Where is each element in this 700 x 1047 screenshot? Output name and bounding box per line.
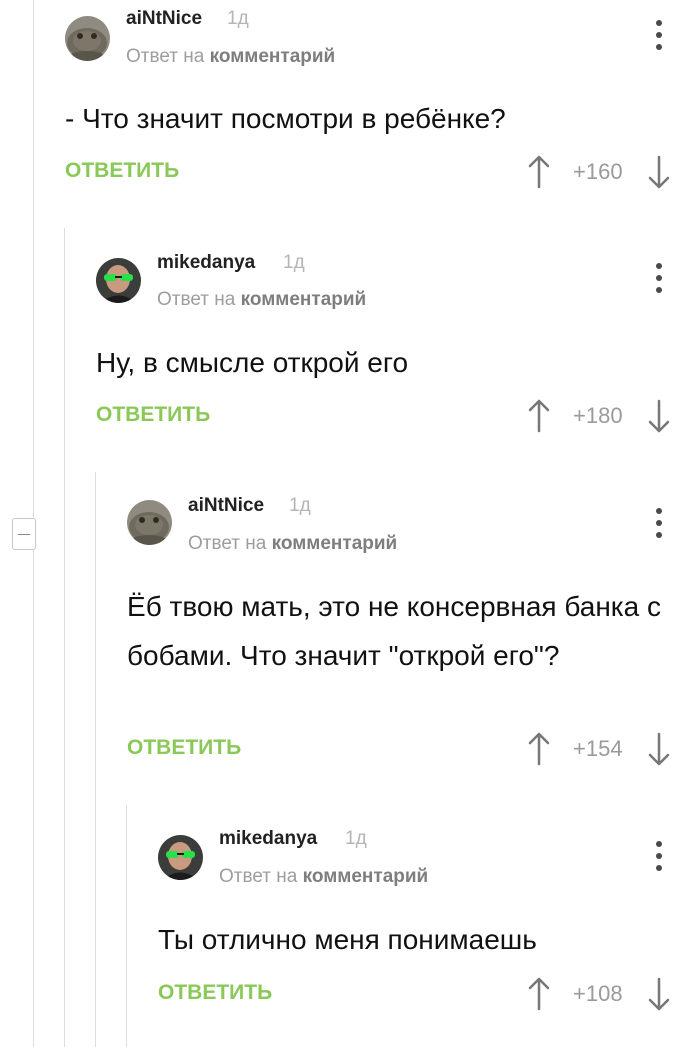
username[interactable]: mikedanya xyxy=(157,252,255,274)
reply-prefix: Ответ на xyxy=(157,289,236,310)
comment-thread: aiNtNice 1д Ответ на комментарий - Что з… xyxy=(0,0,700,1047)
toad-avatar-icon[interactable] xyxy=(127,500,172,545)
reply-button[interactable]: ОТВЕТИТЬ xyxy=(65,159,179,183)
upvote-arrow-icon[interactable] xyxy=(527,731,551,767)
reply-button[interactable]: ОТВЕТИТЬ xyxy=(127,736,241,760)
more-options-icon[interactable] xyxy=(654,263,664,293)
upvote-arrow-icon[interactable] xyxy=(527,154,551,190)
comment-text: Ты отлично меня понимаешь xyxy=(158,924,537,955)
thread-line xyxy=(126,805,127,1047)
comment: aiNtNice 1д Ответ на комментарий Ёб твою… xyxy=(127,486,700,786)
reply-to-label: Ответ на комментарий xyxy=(126,46,335,68)
timestamp: 1д xyxy=(345,828,367,849)
username[interactable]: aiNtNice xyxy=(126,8,202,30)
reply-prefix: Ответ на xyxy=(188,533,267,554)
comment-text: Ёб твою мать, это не консервная банка с … xyxy=(127,591,662,671)
rating-value: +180 xyxy=(573,403,623,428)
comment: aiNtNice 1д Ответ на комментарий - Что з… xyxy=(65,0,700,200)
timestamp: 1д xyxy=(227,8,249,29)
reply-target-link[interactable]: комментарий xyxy=(272,533,398,554)
collapse-thread-button[interactable] xyxy=(12,518,36,550)
downvote-arrow-icon[interactable] xyxy=(647,731,671,767)
reply-to-label: Ответ на комментарий xyxy=(157,289,366,311)
reply-button[interactable]: ОТВЕТИТЬ xyxy=(96,403,210,427)
comment: mikedanya 1д Ответ на комментарий Ну, в … xyxy=(96,243,700,443)
reply-to-label: Ответ на комментарий xyxy=(188,533,397,555)
reply-target-link[interactable]: комментарий xyxy=(210,46,336,67)
man-green-glasses-avatar-icon[interactable] xyxy=(96,258,141,303)
more-options-icon[interactable] xyxy=(654,508,664,538)
reply-target-link[interactable]: комментарий xyxy=(241,289,367,310)
downvote-arrow-icon[interactable] xyxy=(647,154,671,190)
reply-target-link[interactable]: комментарий xyxy=(303,866,429,887)
upvote-arrow-icon[interactable] xyxy=(527,976,551,1012)
downvote-arrow-icon[interactable] xyxy=(647,976,671,1012)
thread-line xyxy=(64,228,65,1047)
downvote-arrow-icon[interactable] xyxy=(647,398,671,434)
more-options-icon[interactable] xyxy=(654,841,664,871)
timestamp: 1д xyxy=(283,252,305,273)
upvote-arrow-icon[interactable] xyxy=(527,398,551,434)
reply-button[interactable]: ОТВЕТИТЬ xyxy=(158,981,272,1005)
rating-value: +160 xyxy=(573,159,623,184)
comment-text: - Что значит посмотри в ребёнке? xyxy=(65,103,506,134)
more-options-icon[interactable] xyxy=(654,20,664,50)
thread-line xyxy=(95,472,96,1047)
rating-value: +108 xyxy=(573,981,623,1006)
rating-value: +154 xyxy=(573,736,623,761)
reply-prefix: Ответ на xyxy=(219,866,298,887)
reply-to-label: Ответ на комментарий xyxy=(219,866,428,888)
username[interactable]: mikedanya xyxy=(219,828,317,850)
comment: mikedanya 1д Ответ на комментарий Ты отл… xyxy=(158,819,700,1047)
comment-text: Ну, в смысле открой его xyxy=(96,347,409,378)
toad-avatar-icon[interactable] xyxy=(65,16,110,61)
reply-prefix: Ответ на xyxy=(126,46,205,67)
timestamp: 1д xyxy=(289,495,311,516)
username[interactable]: aiNtNice xyxy=(188,495,264,517)
man-green-glasses-avatar-icon[interactable] xyxy=(158,835,203,880)
